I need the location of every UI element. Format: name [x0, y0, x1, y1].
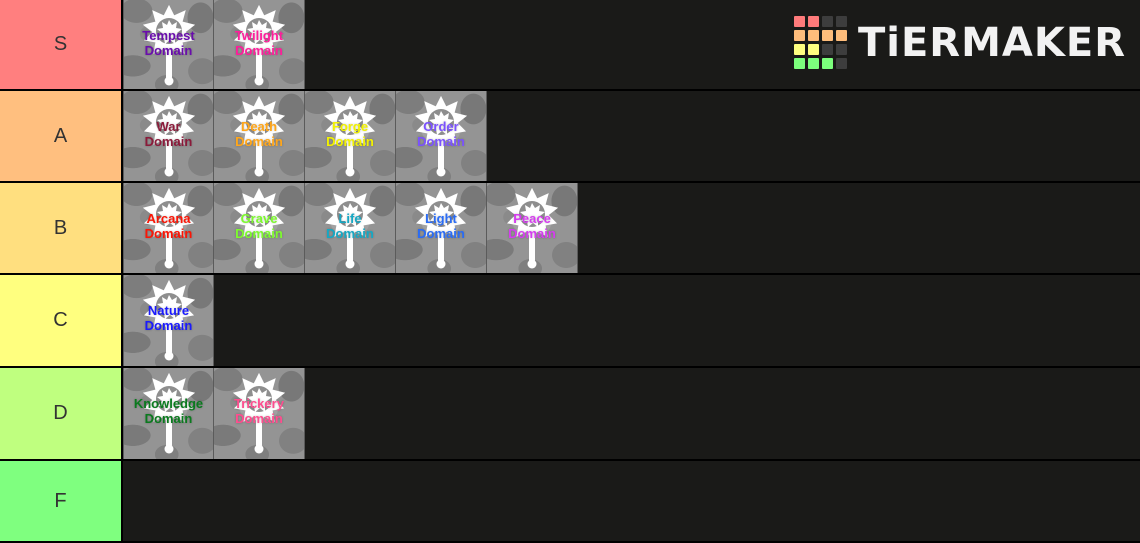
mace-icon — [232, 187, 286, 269]
tier-label-d[interactable]: D — [0, 368, 123, 459]
mace-icon — [323, 95, 377, 177]
mace-icon — [323, 187, 377, 269]
mace-icon — [414, 95, 468, 177]
tier-dropzone-a[interactable]: War Domain Death Domain Forge Domain Order Doma… — [123, 91, 1140, 181]
tier-item-card[interactable]: Twilight Domain — [214, 0, 305, 89]
tier-item-card[interactable]: War Domain — [123, 91, 214, 181]
tier-dropzone-d[interactable]: Knowledge Domain Trickery Domain — [123, 368, 1140, 459]
tier-list-container: S Tempest Domain Twilight Domain A War Domain De… — [0, 0, 1140, 543]
tier-item-card[interactable]: Order Domain — [396, 91, 487, 181]
tier-item-card[interactable]: Tempest Domain — [123, 0, 214, 89]
tier-row: A War Domain Death Domain Forge Domain Order Dom… — [0, 91, 1140, 183]
tier-dropzone-b[interactable]: Arcana Domain Grave Domain Life Domain Light Do… — [123, 183, 1140, 273]
tier-label-f[interactable]: F — [0, 461, 123, 541]
tier-label-a[interactable]: A — [0, 91, 123, 181]
tier-dropzone-s[interactable]: Tempest Domain Twilight Domain — [123, 0, 1140, 89]
tier-item-card[interactable]: Death Domain — [214, 91, 305, 181]
mace-icon — [232, 95, 286, 177]
tier-row: F — [0, 461, 1140, 543]
mace-icon — [232, 372, 286, 454]
mace-icon — [232, 4, 286, 86]
tier-row: D Knowledge Domain Trickery Domain — [0, 368, 1140, 461]
mace-icon — [142, 372, 195, 454]
tier-item-card[interactable]: Forge Domain — [305, 91, 396, 181]
tier-item-card[interactable]: Peace Domain — [487, 183, 578, 273]
mace-icon — [142, 187, 195, 269]
tier-item-card[interactable]: Trickery Domain — [214, 368, 305, 459]
mace-icon — [142, 95, 195, 177]
mace-icon — [414, 187, 468, 269]
mace-icon — [505, 187, 559, 269]
tier-label-b[interactable]: B — [0, 183, 123, 273]
tier-item-card[interactable]: Arcana Domain — [123, 183, 214, 273]
tier-dropzone-c[interactable]: Nature Domain — [123, 275, 1140, 366]
tier-item-card[interactable]: Grave Domain — [214, 183, 305, 273]
tier-item-card[interactable]: Light Domain — [396, 183, 487, 273]
tier-item-card[interactable]: Knowledge Domain — [123, 368, 214, 459]
tier-label-s[interactable]: S — [0, 0, 123, 89]
tier-label-c[interactable]: C — [0, 275, 123, 366]
mace-icon — [142, 4, 195, 86]
tier-item-card[interactable]: Life Domain — [305, 183, 396, 273]
tier-row: S Tempest Domain Twilight Domain — [0, 0, 1140, 91]
tier-item-card[interactable]: Nature Domain — [123, 275, 214, 366]
tier-row: C Nature Domain — [0, 275, 1140, 368]
mace-icon — [142, 279, 195, 361]
tier-row: B Arcana Domain Grave Domain Life Domain Light D… — [0, 183, 1140, 275]
tier-dropzone-f[interactable] — [123, 461, 1140, 541]
